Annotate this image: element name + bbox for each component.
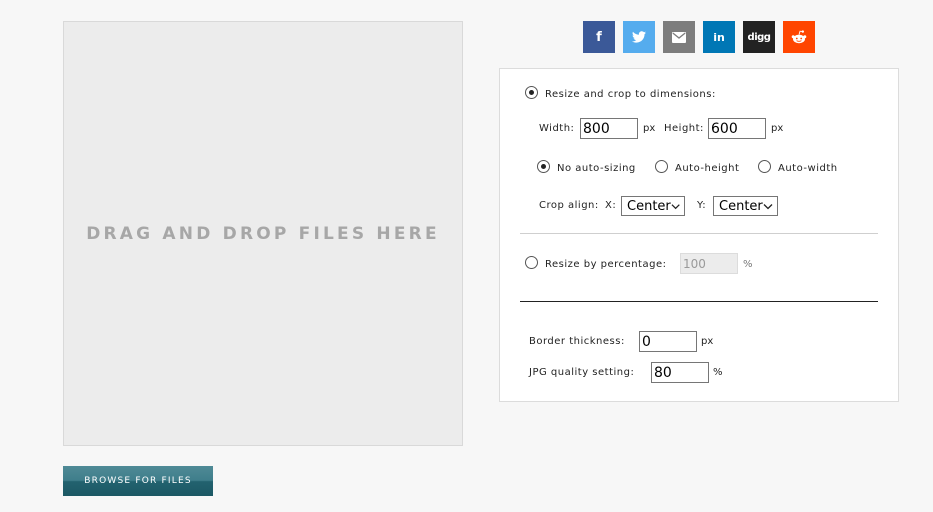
file-drop-zone[interactable]: DRAG AND DROP FILES HERE xyxy=(63,21,463,446)
reddit-alien-icon xyxy=(791,30,807,44)
jpg-quality-unit: % xyxy=(713,367,723,378)
border-thickness-label: Border thickness: xyxy=(529,336,625,347)
crop-align-y-label: Y: xyxy=(697,200,707,211)
jpg-quality-label: JPG quality setting: xyxy=(529,367,635,378)
crop-align-x-value: Center xyxy=(627,198,671,214)
auto-width-radio[interactable] xyxy=(758,160,771,173)
border-thickness-unit: px xyxy=(701,336,714,347)
twitter-bird-icon xyxy=(632,31,646,43)
crop-align-y-select[interactable]: Center xyxy=(713,196,778,216)
auto-width-label: Auto-width xyxy=(778,163,838,174)
envelope-icon xyxy=(672,31,686,43)
reddit-share-button[interactable] xyxy=(783,21,815,53)
auto-height-radio[interactable] xyxy=(655,160,668,173)
width-input[interactable] xyxy=(580,118,638,139)
resize-crop-radio[interactable] xyxy=(525,86,538,99)
jpg-quality-input[interactable] xyxy=(651,362,709,383)
height-label: Height: xyxy=(664,123,704,134)
width-label: Width: xyxy=(539,123,575,134)
facebook-share-button[interactable]: f xyxy=(583,21,615,53)
section-divider xyxy=(520,233,878,234)
resize-percentage-unit: % xyxy=(743,259,753,270)
resize-percentage-input[interactable] xyxy=(680,253,738,274)
crop-align-y-value: Center xyxy=(719,198,763,214)
linkedin-icon: in xyxy=(713,30,725,44)
digg-share-button[interactable]: digg xyxy=(743,21,775,53)
facebook-icon: f xyxy=(596,29,602,45)
linkedin-share-button[interactable]: in xyxy=(703,21,735,53)
crop-align-x-label: X: xyxy=(605,200,617,211)
drop-zone-label: DRAG AND DROP FILES HERE xyxy=(86,223,440,244)
digg-icon: digg xyxy=(747,31,771,43)
resize-crop-label: Resize and crop to dimensions: xyxy=(545,89,716,100)
share-bar: f in digg xyxy=(583,21,815,53)
browse-files-button[interactable]: BROWSE FOR FILES xyxy=(63,466,213,496)
crop-align-x-select[interactable]: Center xyxy=(621,196,685,216)
width-unit: px xyxy=(643,123,656,134)
twitter-share-button[interactable] xyxy=(623,21,655,53)
crop-align-label: Crop align: xyxy=(539,200,599,211)
radio-selected-dot xyxy=(529,90,534,95)
border-thickness-input[interactable] xyxy=(639,331,697,352)
radio-selected-dot xyxy=(541,164,546,169)
email-share-button[interactable] xyxy=(663,21,695,53)
resize-percentage-radio[interactable] xyxy=(525,256,538,269)
chevron-down-icon xyxy=(671,203,680,209)
chevron-down-icon xyxy=(763,203,773,209)
no-auto-sizing-label: No auto-sizing xyxy=(557,163,636,174)
options-panel: Resize and crop to dimensions: Width: px… xyxy=(499,68,899,402)
resize-percentage-label: Resize by percentage: xyxy=(545,259,667,270)
height-input[interactable] xyxy=(708,118,766,139)
no-auto-sizing-radio[interactable] xyxy=(537,160,550,173)
height-unit: px xyxy=(771,123,784,134)
section-divider-dark xyxy=(520,301,878,302)
auto-height-label: Auto-height xyxy=(675,163,740,174)
